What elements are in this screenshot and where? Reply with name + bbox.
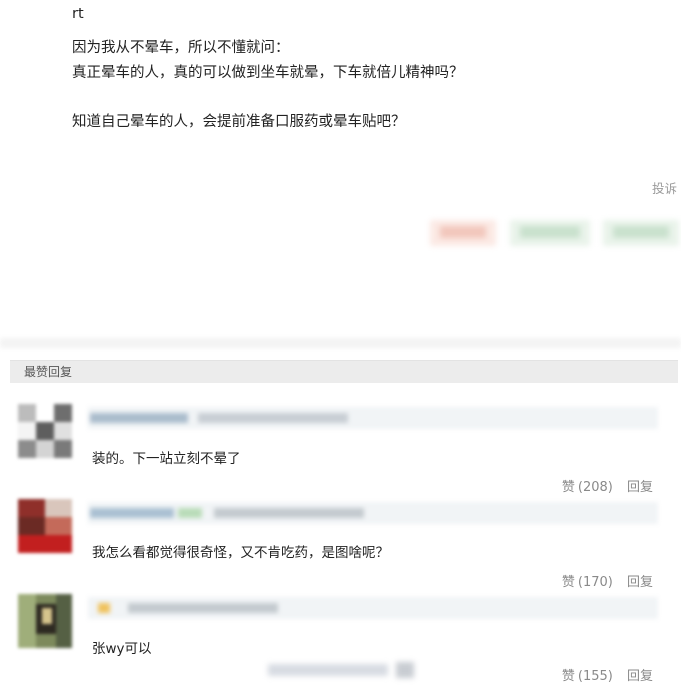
post-line-5: 知道自己晕车的人，会提前准备口服药或晕车贴吧？ xyxy=(72,114,406,130)
like-label: 赞 xyxy=(561,575,575,590)
avatar[interactable] xyxy=(18,404,72,458)
like-label: 赞 xyxy=(561,669,575,684)
reply-username[interactable] xyxy=(88,502,658,524)
like-button[interactable]: 赞 (170) xyxy=(562,575,613,590)
collect-post-button[interactable] xyxy=(603,220,679,246)
like-label: 赞 xyxy=(561,480,575,495)
reply-actions: 赞 (155) 回复 xyxy=(562,665,653,684)
reply-username[interactable] xyxy=(88,597,658,619)
post-line-1: rt xyxy=(72,6,84,22)
reply-actions: 赞 (208) 回复 xyxy=(562,476,653,495)
top-replies-title: 最赞回复 xyxy=(24,365,73,379)
reply-button[interactable]: 回复 xyxy=(627,669,653,684)
like-count: (208) xyxy=(577,480,613,495)
report-link[interactable]: 投诉 xyxy=(652,178,677,197)
post-line-2: 因为我从不晕车，所以不懂就问： xyxy=(72,40,290,56)
top-replies-header: 最赞回复 xyxy=(10,360,678,383)
like-count: (170) xyxy=(577,575,613,590)
reply-text: 装的。下一站立刻不晕了 xyxy=(92,451,241,467)
reply-button[interactable]: 回复 xyxy=(627,575,653,590)
avatar[interactable] xyxy=(18,499,72,553)
section-divider xyxy=(0,338,681,348)
reply-username[interactable] xyxy=(88,407,658,429)
reply-text: 张wy可以 xyxy=(92,641,152,657)
watermark-smudge xyxy=(268,660,418,680)
reply-actions: 赞 (170) 回复 xyxy=(562,571,653,590)
share-post-button[interactable] xyxy=(510,220,590,246)
reply-button[interactable]: 回复 xyxy=(627,480,653,495)
like-button[interactable]: 赞 (155) xyxy=(562,669,613,684)
like-count: (155) xyxy=(577,669,613,684)
like-post-button[interactable] xyxy=(430,220,496,246)
avatar[interactable] xyxy=(18,594,72,648)
post-line-3: 真正晕车的人，真的可以做到坐车就晕，下车就倍儿精神吗？ xyxy=(72,65,464,81)
like-button[interactable]: 赞 (208) xyxy=(562,480,613,495)
reply-text: 我怎么看都觉得很奇怪，又不肯吃药，是图啥呢？ xyxy=(92,545,389,561)
